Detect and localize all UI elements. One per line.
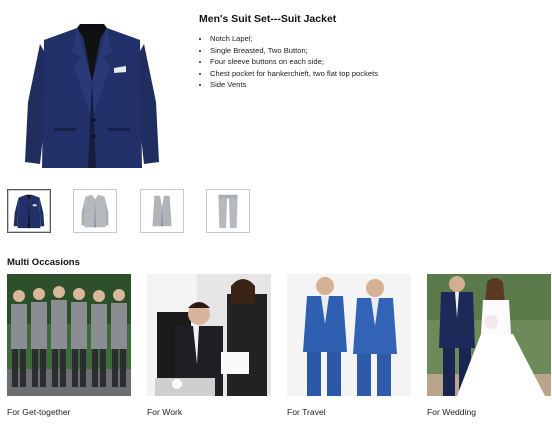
occasion-wedding-image[interactable] [427, 274, 551, 396]
feature-item: Four sleeve buttons on each side; [210, 56, 378, 68]
thumbnail-navy-jacket[interactable] [7, 189, 51, 233]
product-title: Men's Suit Set---Suit Jacket [199, 13, 337, 25]
thumbnail-grey-vest[interactable] [140, 189, 184, 233]
occasion-travel-image[interactable] [287, 274, 411, 396]
grey-vest-icon [152, 195, 172, 227]
occasion-caption: For Get-together [7, 407, 71, 417]
product-main-image [22, 22, 162, 174]
feature-item: Chest pocket for hankerchieft, two flat … [210, 68, 378, 80]
office-photo-image [147, 274, 271, 396]
group-photo-image [7, 274, 131, 396]
grey-jacket-icon [81, 194, 109, 228]
occasions-heading: Multi Occasions [7, 257, 80, 268]
occasion-work-image[interactable] [147, 274, 271, 396]
blue-suits-photo-image [287, 274, 411, 396]
feature-item: Side Vents [210, 79, 378, 91]
navy-suit-jacket-image [25, 24, 159, 168]
navy-jacket-icon [13, 194, 45, 229]
occasion-caption: For Wedding [427, 407, 477, 417]
occasion-get-together-image[interactable] [7, 274, 131, 396]
wedding-photo-image [427, 274, 551, 396]
thumbnail-grey-jacket[interactable] [73, 189, 117, 233]
thumbnail-grey-pants[interactable] [206, 189, 250, 233]
feature-item: Notch Lapel; [210, 33, 378, 45]
grey-pants-icon [218, 194, 238, 229]
occasion-caption: For Work [147, 407, 183, 417]
feature-item: Single Breasted, Two Button; [210, 45, 378, 57]
feature-list: Notch Lapel; Single Breasted, Two Button… [199, 33, 378, 91]
occasion-caption: For Travel [287, 407, 326, 417]
